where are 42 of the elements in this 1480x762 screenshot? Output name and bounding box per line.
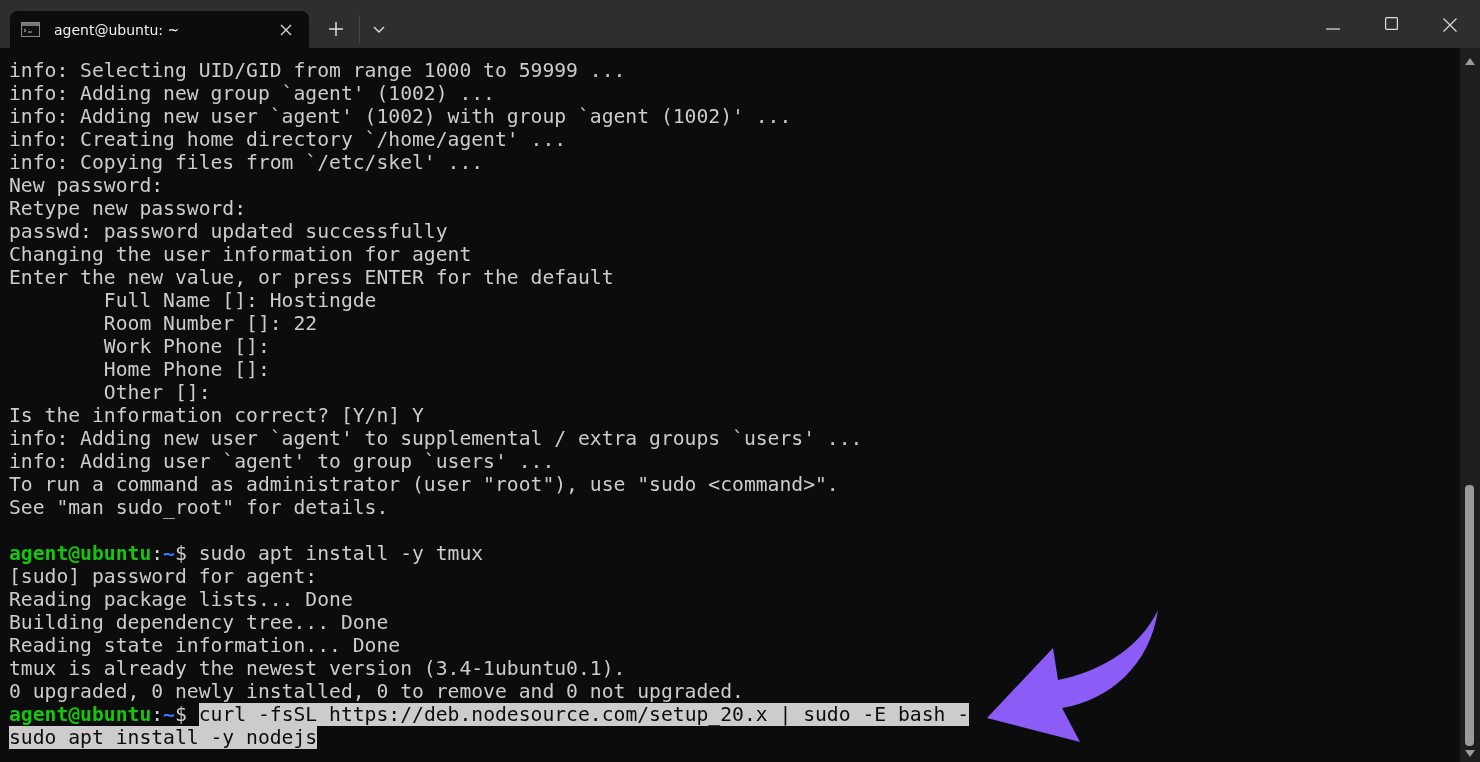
terminal-line: Reading state information... Done xyxy=(9,634,401,657)
terminal-line: 0 upgraded, 0 newly installed, 0 to remove and 0 not upgraded. xyxy=(9,680,744,703)
maximize-icon[interactable] xyxy=(1385,17,1398,30)
terminal-line: info: Adding new user `agent' to supplemental / extra groups `users' ... xyxy=(9,427,863,450)
terminal-line: tmux is already the newest version (3.4-1ubuntu0.1). xyxy=(9,657,626,680)
command-text: curl -fsSL https://deb.nodesource.com/setup_20.x | sudo -E bash - xyxy=(198,703,970,726)
terminal-line: New password: xyxy=(9,174,164,197)
shell-prompt: agent@ubuntu:~$ xyxy=(9,703,187,726)
terminal-line: See "man sudo_root" for details. xyxy=(9,496,389,519)
terminal-line: info: Creating home directory `/home/agent' ... xyxy=(9,128,567,151)
terminal-line: To run a command as administrator (user "root"), use "sudo <command>". xyxy=(9,473,839,496)
terminal-line: [sudo] password for agent: xyxy=(9,565,318,588)
scroll-down-icon[interactable] xyxy=(1465,750,1475,757)
terminal-line: info: Adding user `agent' to group `users' ... xyxy=(9,450,555,473)
terminal-line: passwd: password updated successfully xyxy=(9,220,448,243)
chevron-down-icon[interactable] xyxy=(373,26,385,33)
terminal-line: Home Phone []: xyxy=(102,358,270,381)
terminal-line: info: Adding new user `agent' (1002) with group `agent (1002)' ... xyxy=(9,105,792,128)
close-icon[interactable] xyxy=(280,23,292,36)
terminal-line: Changing the user information for agent xyxy=(9,243,472,266)
command-text: sudo apt install -y tmux xyxy=(198,542,484,565)
scrollbar[interactable] xyxy=(1460,48,1480,762)
terminal-line: Retype new password: xyxy=(9,197,247,220)
new-tab-icon[interactable] xyxy=(329,22,343,36)
terminal-line: Full Name []: Hostingde xyxy=(102,289,377,312)
terminal-line: Building dependency tree... Done xyxy=(9,611,389,634)
tab-title: agent@ubuntu: ~ xyxy=(54,21,181,38)
terminal-icon xyxy=(21,22,40,37)
scroll-up-icon[interactable] xyxy=(1465,58,1475,65)
close-icon[interactable] xyxy=(1443,18,1457,32)
terminal-line: info: Selecting UID/GID from range 1000 to 59999 ... xyxy=(9,59,626,82)
terminal-line: Room Number []: 22 xyxy=(102,312,318,335)
shell-prompt: agent@ubuntu:~$ xyxy=(9,542,187,565)
terminal-tab[interactable]: agent@ubuntu: ~ xyxy=(10,11,309,48)
terminal-line: Is the information correct? [Y/n] Y xyxy=(9,404,424,427)
terminal-line: info: Copying files from `/etc/skel' ... xyxy=(9,151,484,174)
terminal-line: info: Adding new group `agent' (1002) ... xyxy=(9,82,495,105)
scrollbar-thumb[interactable] xyxy=(1465,485,1474,746)
terminal-line: Enter the new value, or press ENTER for the default xyxy=(9,266,614,289)
terminal-line: Other []: xyxy=(102,381,211,404)
terminal-line: Work Phone []: xyxy=(102,335,270,358)
terminal-line: Reading package lists... Done xyxy=(9,588,353,611)
